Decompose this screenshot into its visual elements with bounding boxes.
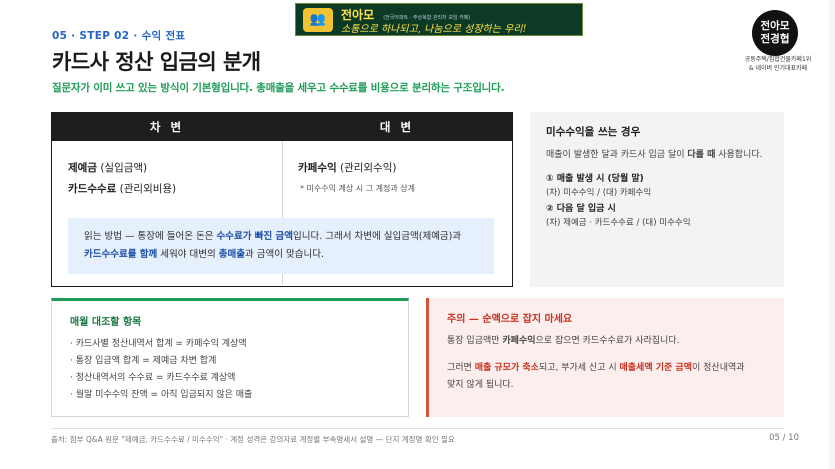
side-step-1: ① 매출 발생 시 (당월 말) [546, 174, 644, 184]
warning-title: 주의 — 순액으로 잡지 마세요 [447, 314, 573, 325]
credit-header: 대 변 [379, 120, 415, 134]
checklist-item: · 통장 입금액 합계 = 제예금 차변 합계 [70, 356, 217, 366]
logo-line1: 전아모 [760, 20, 790, 32]
page-subtitle: 질문자가 이미 쓰고 있는 방식이 기본형입니다. 총매출을 세우고 수수료를 … [52, 82, 505, 94]
side-entry-1: (차) 미수수익 / (대) 카페수익 [546, 188, 652, 198]
banner-slogan: 소통으로 하나되고, 나눔으로 성장하는 우리! [341, 23, 527, 35]
journal-entry-table: 차 변 대 변 제예금 (실입금액) 카드수수료 (관리외비용) 카페수익 (관… [51, 112, 513, 287]
side-step-2: ② 다음 달 입금 시 [546, 204, 616, 214]
warning-box: 주의 — 순액으로 잡지 마세요 통장 입금액만 카페수익으로 잡으면 카드수수… [426, 298, 784, 417]
checklist-item: · 월말 미수수익 잔액 = 아직 입금되지 않은 매출 [70, 390, 253, 400]
logo-line2: 전경협 [760, 33, 790, 45]
debit-line-1: 제예금 (실입금액) [68, 162, 148, 174]
corner-logo: 전아모 전경협 [752, 10, 798, 56]
credit-line-1: 카페수익 (관리외수익) [298, 162, 397, 174]
warning-line-3: 맞지 않게 됩니다. [447, 380, 514, 390]
logo-caption: 공동주택/집합건물카페1위 & 네이버 인기대표카페 [732, 55, 824, 73]
debit-line-2: 카드수수료 (관리외비용) [68, 183, 177, 195]
debit-header: 차 변 [149, 120, 185, 134]
credit-note: * 미수수익 계상 시 그 계정과 상계 [300, 184, 415, 193]
page-title: 카드사 정산 입금의 분개 [52, 50, 261, 74]
step-label: 05 · STEP 02 · 수익 전표 [52, 30, 186, 42]
banner-small-text: (전국아파트 · 주상복합 관리자 모임 카페) [383, 14, 471, 21]
ledger-header: 차 변 대 변 [52, 113, 512, 141]
community-banner[interactable]: 👥 전아모 (전국아파트 · 주상복합 관리자 모임 카페) 소통으로 하나되고… [295, 3, 583, 36]
source-note: 출처: 첨부 Q&A 원문 "제예금, 카드수수료 / 미수수익" · 계정 성… [51, 435, 455, 444]
warning-line-2: 그러면 매출 규모가 축소되고, 부가세 신고 시 매출세액 기준 금액이 정산… [447, 363, 745, 373]
logo-caption-line2: & 네이버 인기대표카페 [748, 65, 808, 72]
credit-entries: 카페수익 (관리외수익) [298, 158, 396, 179]
monthly-checklist: 매월 대조할 항목 · 카드사별 정산내역서 합계 = 카페수익 계상액 · 통… [51, 298, 409, 417]
reading-guide-box: 읽는 방법 — 통장에 들어온 돈은 수수료가 빠진 금액입니다. 그래서 차변… [68, 218, 494, 274]
side-title: 미수수익을 쓰는 경우 [546, 126, 641, 138]
banner-name: 전아모 [341, 7, 375, 22]
debit-entries: 제예금 (실입금액) 카드수수료 (관리외비용) [68, 158, 176, 200]
logo-caption-line1: 공동주택/집합건물카페1위 [744, 56, 812, 63]
warning-line-1: 통장 입금액만 카페수익으로 잡으면 카드수수료가 사라집니다. [447, 336, 680, 346]
footer-divider [51, 428, 784, 429]
accrued-revenue-panel: 미수수익을 쓰는 경우 매출이 발생한 달과 카드사 입금 달이 다를 때 사용… [530, 112, 784, 287]
checklist-title: 매월 대조할 항목 [70, 317, 142, 328]
scrollbar[interactable] [829, 0, 835, 469]
people-icon: 👥 [303, 7, 333, 32]
checklist-item: · 카드사별 정산내역서 합계 = 카페수익 계상액 [70, 339, 247, 349]
page-number: 05 / 10 [769, 433, 799, 443]
side-entry-2: (차) 제예금 · 카드수수료 / (대) 미수수익 [546, 218, 691, 228]
warning-spacer [447, 350, 766, 360]
side-description: 매출이 발생한 달과 카드사 입금 달이 다를 때 사용합니다. [546, 150, 763, 160]
banner-text: 전아모 (전국아파트 · 주상복합 관리자 모임 카페) 소통으로 하나되고, … [341, 4, 527, 36]
checklist-item: · 정산내역서의 수수료 = 카드수수료 계상액 [70, 373, 236, 383]
